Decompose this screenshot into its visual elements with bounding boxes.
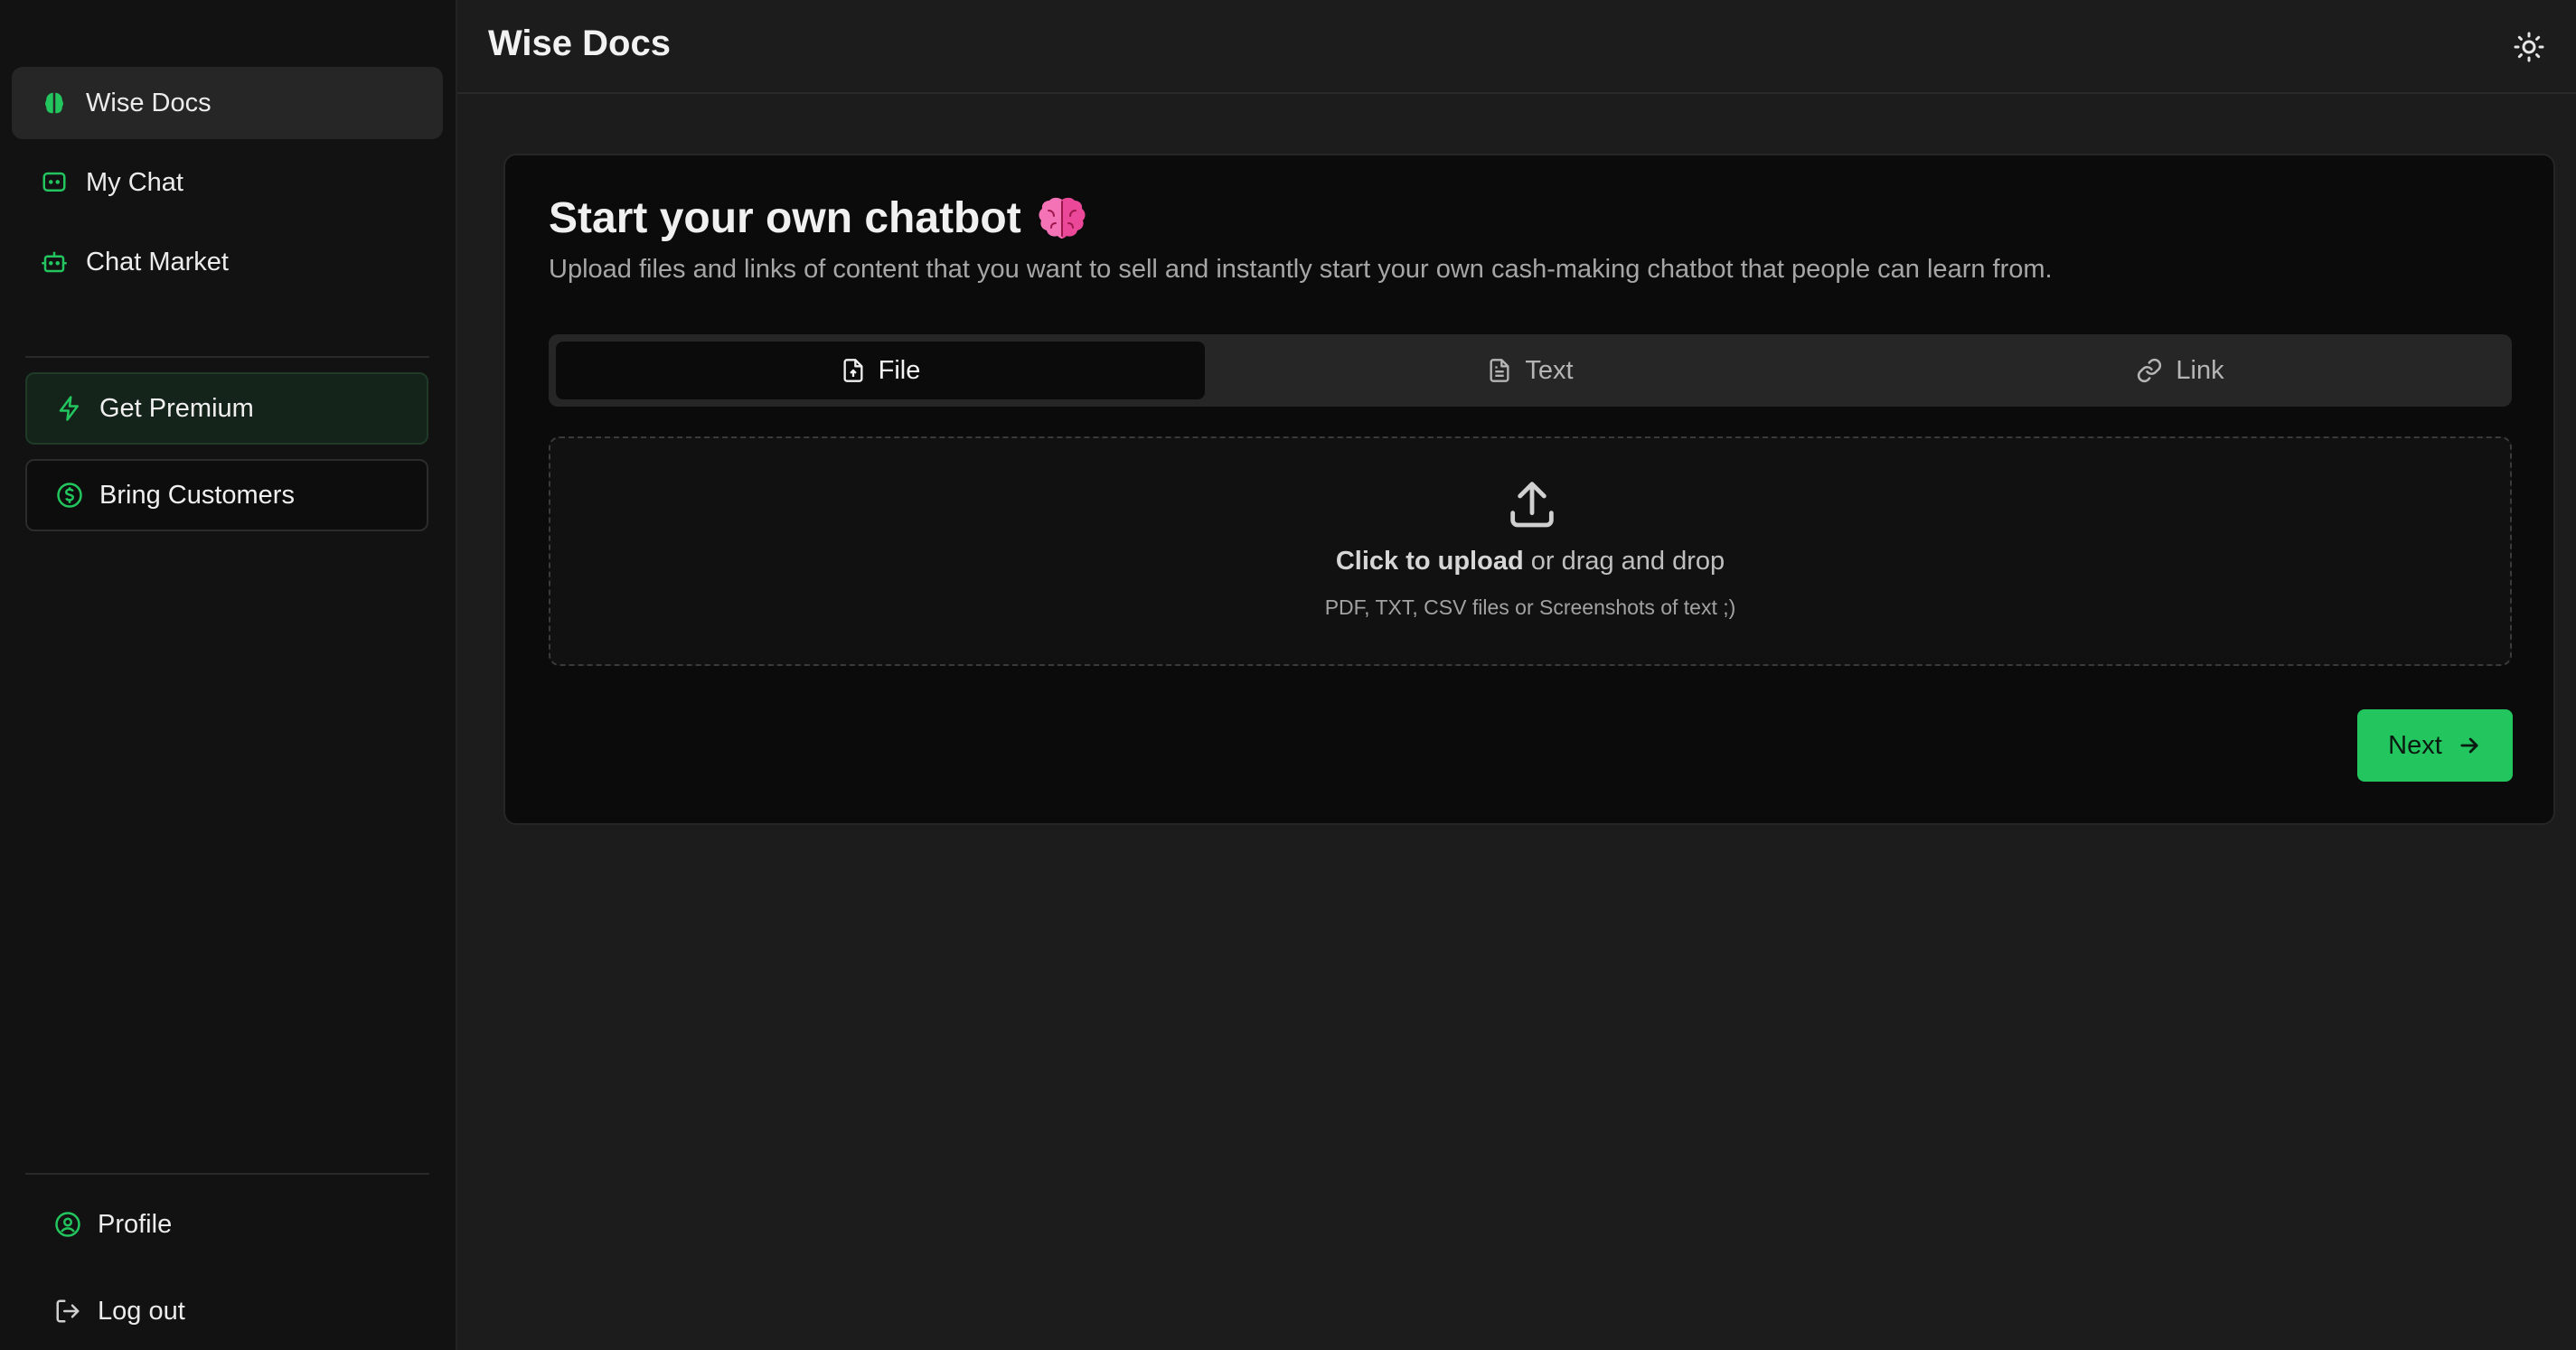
card-title-text: Start your own chatbot bbox=[549, 194, 1021, 242]
upload-icon bbox=[1503, 474, 1561, 532]
tab-text[interactable]: Text bbox=[1206, 342, 1855, 399]
sidebar-item-chat-market[interactable]: Chat Market bbox=[12, 226, 443, 298]
file-dropzone[interactable]: Click to upload or drag and drop PDF, TX… bbox=[549, 436, 2512, 666]
lightning-icon bbox=[56, 395, 83, 422]
sidebar-divider bbox=[25, 356, 429, 358]
tab-link[interactable]: Link bbox=[1856, 342, 2505, 399]
page-title: Wise Docs bbox=[488, 23, 671, 63]
next-button[interactable]: Next bbox=[2357, 709, 2513, 782]
document-icon bbox=[1487, 358, 1512, 383]
bot-icon bbox=[39, 247, 70, 277]
dollar-circle-icon bbox=[56, 482, 83, 509]
sidebar-footer-divider bbox=[25, 1173, 429, 1175]
tab-label: Text bbox=[1525, 355, 1574, 385]
brain-icon bbox=[39, 88, 70, 118]
dropzone-instructions: Click to upload or drag and drop bbox=[550, 547, 2510, 577]
app: Wise Docs My Chat Chat Market Get Premiu… bbox=[0, 0, 2576, 1350]
arrow-right-icon bbox=[2457, 733, 2482, 758]
user-circle-icon bbox=[54, 1211, 81, 1238]
sidebar-item-label: Wise Docs bbox=[86, 88, 212, 117]
drag-drop-text: or drag and drop bbox=[1523, 547, 1725, 576]
link-icon bbox=[2136, 357, 2163, 384]
logout-link[interactable]: Log out bbox=[25, 1280, 428, 1343]
next-label: Next bbox=[2388, 730, 2442, 760]
get-premium-button[interactable]: Get Premium bbox=[25, 372, 428, 445]
profile-link[interactable]: Profile bbox=[25, 1193, 428, 1256]
get-premium-label: Get Premium bbox=[99, 393, 254, 423]
tab-file[interactable]: File bbox=[556, 342, 1205, 399]
sidebar-item-label: Chat Market bbox=[86, 247, 229, 277]
top-header: Wise Docs bbox=[457, 0, 2576, 94]
chat-bubble-icon bbox=[39, 167, 70, 198]
source-tabs: File Text Link bbox=[549, 334, 2512, 407]
logout-icon bbox=[54, 1298, 81, 1325]
card-subtitle: Upload files and links of content that y… bbox=[549, 255, 2053, 284]
logout-label: Log out bbox=[98, 1296, 185, 1326]
sun-icon bbox=[2513, 31, 2545, 63]
profile-label: Profile bbox=[98, 1209, 173, 1239]
file-upload-icon bbox=[841, 358, 866, 383]
card-title: Start your own chatbot bbox=[549, 193, 1088, 243]
tab-label: File bbox=[878, 355, 921, 385]
tab-label: Link bbox=[2176, 355, 2224, 385]
sidebar-item-my-chat[interactable]: My Chat bbox=[12, 146, 443, 219]
bring-customers-label: Bring Customers bbox=[99, 480, 295, 510]
dropzone-hint: PDF, TXT, CSV files or Screenshots of te… bbox=[1324, 595, 1736, 619]
sidebar: Wise Docs My Chat Chat Market Get Premiu… bbox=[0, 0, 457, 1350]
theme-toggle-button[interactable] bbox=[2509, 27, 2549, 67]
brain-emoji-icon bbox=[1036, 196, 1088, 241]
sidebar-item-wise-docs[interactable]: Wise Docs bbox=[12, 67, 443, 139]
bring-customers-button[interactable]: Bring Customers bbox=[25, 459, 428, 531]
sidebar-item-label: My Chat bbox=[86, 167, 183, 197]
create-chatbot-card: Start your own chatbot Upload files and … bbox=[503, 154, 2555, 825]
click-to-upload-text[interactable]: Click to upload bbox=[1336, 547, 1524, 576]
